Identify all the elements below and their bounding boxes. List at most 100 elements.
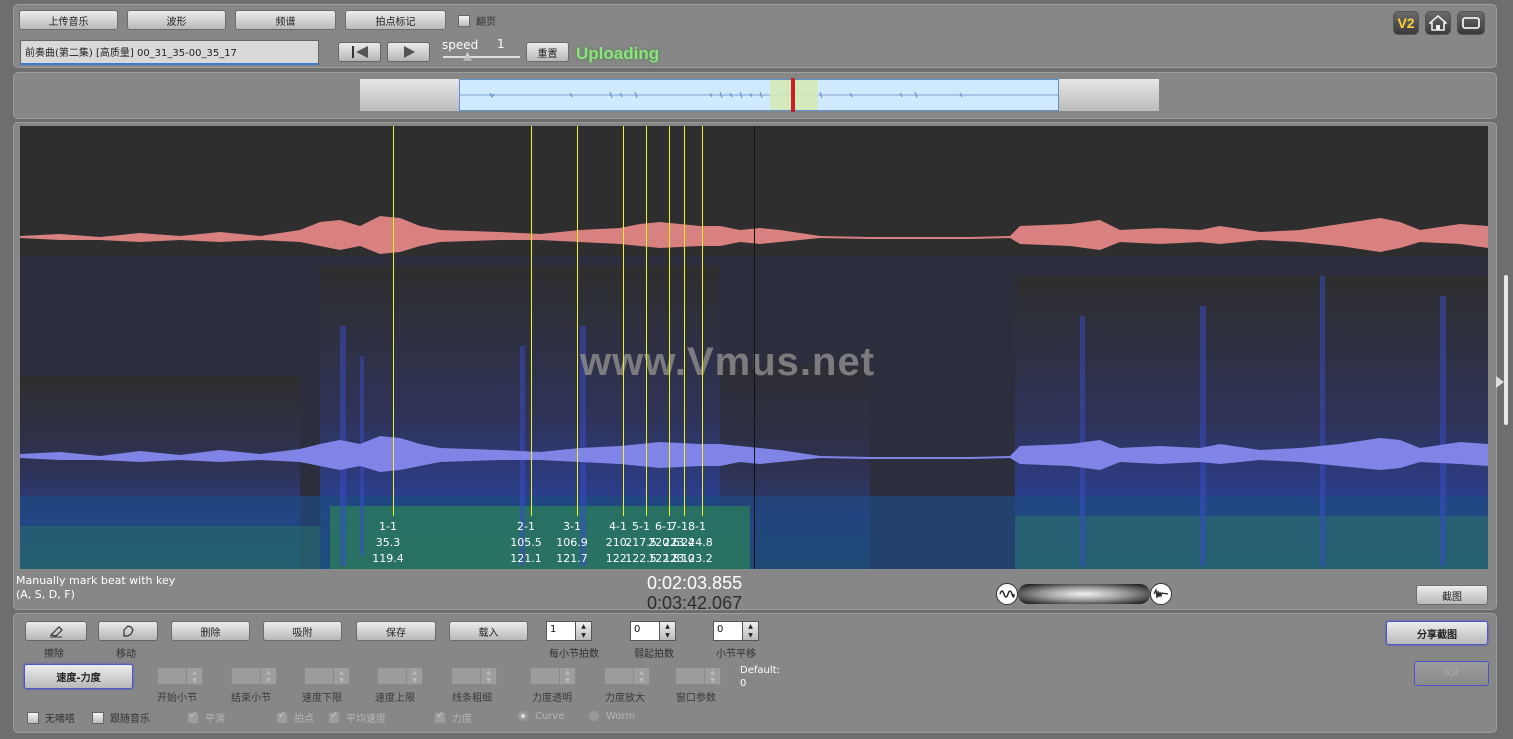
pickup-beats-stepper[interactable]: 0 ▲ ▼	[630, 621, 676, 641]
worm-radio[interactable]: Worm	[588, 710, 635, 722]
beats-per-bar-stepper[interactable]: 1 ▲ ▼	[546, 621, 592, 641]
vertical-scrollbar[interactable]	[1504, 275, 1508, 425]
ioi-button[interactable]: IOI	[1414, 661, 1489, 686]
speed-upper-arrows[interactable]: ▲ ▼	[407, 667, 423, 685]
save-button[interactable]: 保存	[356, 621, 436, 641]
speed-slider[interactable]	[443, 52, 520, 62]
window-param-stepper[interactable]: ▲ ▼	[675, 667, 721, 685]
force-alpha-arrows[interactable]: ▲ ▼	[560, 667, 576, 685]
home-button[interactable]	[1425, 11, 1451, 35]
avg-speed-checkbox[interactable]: 平均速度	[328, 710, 386, 725]
up-arrow-icon[interactable]: ▲	[665, 623, 670, 630]
snap-button[interactable]: 吸附	[263, 621, 342, 641]
bar-shift-value[interactable]: 0	[713, 621, 743, 641]
worm-radio-dot[interactable]	[588, 710, 600, 722]
end-bar-value[interactable]	[231, 667, 261, 685]
force-alpha-stepper[interactable]: ▲ ▼	[530, 667, 576, 685]
speed-lower-arrows[interactable]: ▲ ▼	[334, 667, 350, 685]
line-width-arrows[interactable]: ▲ ▼	[481, 667, 497, 685]
force-alpha-value[interactable]	[530, 667, 560, 685]
end-bar-stepper[interactable]: ▲ ▼	[231, 667, 277, 685]
down-arrow-icon[interactable]: ▼	[748, 632, 753, 639]
down-arrow-icon[interactable]: ▼	[581, 632, 586, 639]
beat-point-box[interactable]	[276, 710, 288, 724]
beat-line[interactable]	[702, 126, 703, 516]
spectrum-button[interactable]: 频谱	[235, 10, 336, 30]
force-checkbox[interactable]: 力度	[434, 710, 472, 725]
follow-music-box[interactable]	[92, 711, 104, 724]
beat-line[interactable]	[393, 126, 394, 516]
beat-line[interactable]	[684, 126, 685, 516]
window-param-value[interactable]	[675, 667, 705, 685]
waveform-button[interactable]: 波形	[127, 10, 226, 30]
speed-upper-stepper[interactable]: ▲ ▼	[377, 667, 423, 685]
overview-playhead[interactable]	[791, 78, 795, 112]
load-button[interactable]: 载入	[449, 621, 528, 641]
beat-line[interactable]	[669, 126, 670, 516]
force-zoom-value[interactable]	[604, 667, 634, 685]
down-arrow-icon[interactable]: ▼	[665, 632, 670, 639]
up-arrow-icon[interactable]: ▲	[748, 623, 753, 630]
zoom-in-icon[interactable]	[1150, 583, 1172, 605]
follow-music-checkbox[interactable]: 跟随音乐	[92, 710, 150, 725]
overview-viewport[interactable]	[459, 78, 1059, 112]
screenshot-button[interactable]: 截图	[1416, 585, 1488, 605]
no-beat-box[interactable]	[27, 711, 39, 724]
fullscreen-button[interactable]	[1457, 11, 1485, 35]
beats-per-bar-label: 每小节拍数	[549, 649, 599, 660]
beat-label-v2: 121.1	[510, 552, 542, 565]
start-bar-value[interactable]	[157, 667, 187, 685]
bar-shift-stepper[interactable]: 0 ▲ ▼	[713, 621, 759, 641]
erase-button[interactable]	[25, 621, 87, 641]
line-width-stepper[interactable]: ▲ ▼	[451, 667, 497, 685]
avg-speed-box[interactable]	[328, 710, 340, 724]
pickup-beats-value[interactable]: 0	[630, 621, 660, 641]
reset-speed-button[interactable]: 重置	[526, 42, 569, 62]
file-name-field[interactable]: 前奏曲(第二集) [高质量] 00_31_35-00_35_17	[20, 40, 319, 65]
playhead-line[interactable]	[754, 126, 755, 569]
curve-radio[interactable]: Curve	[517, 710, 565, 722]
beat-line[interactable]	[646, 126, 647, 516]
zoom-control[interactable]	[996, 582, 1172, 606]
window-param-arrows[interactable]: ▲ ▼	[705, 667, 721, 685]
speed-upper-value[interactable]	[377, 667, 407, 685]
scroll-arrow-icon[interactable]	[1496, 376, 1504, 388]
start-bar-arrows[interactable]: ▲ ▼	[187, 667, 203, 685]
move-button[interactable]	[98, 621, 158, 641]
force-box[interactable]	[434, 710, 446, 724]
zoom-out-icon[interactable]	[996, 583, 1018, 605]
flip-page-checkbox[interactable]: 翻页	[458, 13, 496, 28]
line-width-value[interactable]	[451, 667, 481, 685]
force-zoom-stepper[interactable]: ▲ ▼	[604, 667, 650, 685]
pickup-beats-arrows[interactable]: ▲ ▼	[660, 621, 676, 641]
beat-line[interactable]	[531, 126, 532, 516]
speed-lower-stepper[interactable]: ▲ ▼	[304, 667, 350, 685]
beats-per-bar-value[interactable]: 1	[546, 621, 576, 641]
force-zoom-arrows[interactable]: ▲ ▼	[634, 667, 650, 685]
speed-lower-value[interactable]	[304, 667, 334, 685]
window-param-label: 窗口参数	[676, 693, 716, 704]
beat-mark-button[interactable]: 拍点标记	[345, 10, 446, 30]
speed-force-button[interactable]: 速度-力度	[24, 664, 133, 689]
flip-page-box[interactable]	[458, 14, 470, 27]
beats-per-bar-arrows[interactable]: ▲ ▼	[576, 621, 592, 641]
delete-button[interactable]: 删除	[171, 621, 250, 641]
smooth-box[interactable]	[187, 710, 199, 724]
end-bar-arrows[interactable]: ▲ ▼	[261, 667, 277, 685]
bar-shift-arrows[interactable]: ▲ ▼	[743, 621, 759, 641]
beat-line[interactable]	[623, 126, 624, 516]
skip-to-start-button[interactable]	[338, 42, 381, 62]
curve-radio-dot[interactable]	[517, 710, 529, 722]
beat-point-checkbox[interactable]: 拍点	[276, 710, 314, 725]
start-bar-stepper[interactable]: ▲ ▼	[157, 667, 203, 685]
zoom-slider[interactable]	[1018, 584, 1150, 604]
spectrogram-view[interactable]: www.Vmus.net 1-1 35.3 119.4 2-1 105.5 12…	[20, 126, 1488, 569]
up-arrow-icon[interactable]: ▲	[581, 623, 586, 630]
share-screenshot-button[interactable]: 分享截图	[1386, 621, 1488, 645]
upload-music-button[interactable]: 上传音乐	[19, 10, 118, 30]
play-button[interactable]	[387, 42, 430, 62]
no-beat-checkbox[interactable]: 无嘀嗒	[27, 710, 75, 725]
v2-button[interactable]: V2	[1393, 11, 1419, 35]
smooth-checkbox[interactable]: 平滑	[187, 710, 225, 725]
beat-line[interactable]	[577, 126, 578, 516]
